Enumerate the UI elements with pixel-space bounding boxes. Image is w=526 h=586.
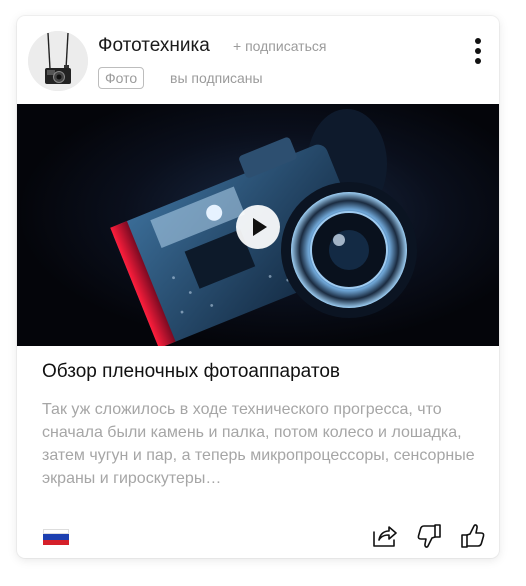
flag-red-stripe	[43, 539, 69, 545]
article-title[interactable]: Обзор пленочных фотоаппаратов	[42, 361, 482, 383]
channel-name[interactable]: Фототехника	[98, 35, 210, 57]
vertical-dots-icon-dot	[475, 58, 481, 64]
share-icon	[373, 526, 397, 547]
thumbs-up-icon	[461, 524, 485, 548]
post-header: Фототехника + подписаться Фото вы подпис…	[17, 16, 499, 104]
russia-flag-icon	[43, 529, 69, 545]
vertical-dots-icon	[475, 38, 481, 44]
play-button[interactable]	[236, 205, 280, 249]
post-card: Фототехника + подписаться Фото вы подпис…	[17, 16, 499, 558]
category-tag[interactable]: Фото	[98, 67, 145, 89]
dislike-button[interactable]	[414, 521, 444, 551]
article-excerpt: Так уж сложилось в ходе технического про…	[42, 401, 475, 487]
subscribe-link[interactable]: + подписаться	[233, 38, 326, 54]
video-thumbnail[interactable]	[17, 104, 499, 346]
thumbs-down-icon	[417, 524, 441, 548]
more-options-button[interactable]	[468, 36, 488, 66]
play-icon	[253, 218, 267, 236]
subscription-status: вы подписаны	[170, 70, 263, 86]
vertical-dots-icon-dot	[475, 48, 481, 54]
camera-avatar-icon	[28, 31, 88, 91]
channel-avatar[interactable]	[28, 31, 88, 91]
share-button[interactable]	[369, 521, 399, 551]
like-button[interactable]	[458, 521, 488, 551]
